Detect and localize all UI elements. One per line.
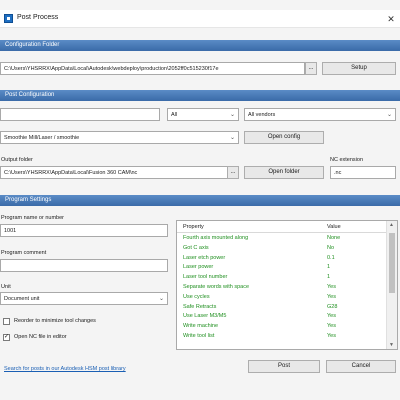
section-title: Configuration Folder xyxy=(5,42,60,48)
property-row[interactable]: Write machine Yes xyxy=(177,322,387,332)
property-value[interactable]: None xyxy=(327,235,340,241)
property-value[interactable]: 0.1 xyxy=(327,255,335,261)
property-row[interactable]: Fourth axis mounted along None xyxy=(177,234,387,244)
properties-table: Property Value Fourth axis mounted along… xyxy=(176,220,398,350)
scrollbar-thumb[interactable] xyxy=(389,233,395,293)
program-comment-input[interactable] xyxy=(0,259,168,272)
section-title: Program Settings xyxy=(5,197,52,203)
checkmark-icon: ✓ xyxy=(4,334,10,340)
properties-header: Property Value xyxy=(177,221,387,233)
output-folder-browse-button[interactable]: ... xyxy=(227,166,239,179)
chevron-down-icon: ⌄ xyxy=(229,135,235,141)
property-row[interactable]: Laser power 1 xyxy=(177,263,387,273)
unit-label: Unit xyxy=(1,284,11,290)
properties-scrollbar[interactable]: ▲ ▼ xyxy=(386,221,397,349)
post-processor-select[interactable]: Smoothie Mill/Laser / smoothie ⌄ xyxy=(0,131,239,144)
post-filter-value: All xyxy=(171,112,178,118)
properties-rows: Fourth axis mounted along None Got C axis N… xyxy=(177,234,387,342)
property-name: Laser etch power xyxy=(183,254,226,261)
vendor-value: All vendors xyxy=(248,112,276,118)
open-nc-checkbox[interactable]: ✓ xyxy=(3,334,10,341)
scroll-down-icon[interactable]: ▼ xyxy=(389,342,394,348)
post-process-dialog: Post Process ✕ Configuration Folder C:\U… xyxy=(0,0,400,400)
output-folder-label: Output folder xyxy=(1,157,33,163)
section-program-settings: Program Settings xyxy=(0,195,400,206)
post-button[interactable]: Post xyxy=(248,360,320,373)
post-library-link[interactable]: Search for posts in our Autodesk HSM pos… xyxy=(4,366,126,372)
property-name: Fourth axis mounted along xyxy=(183,235,249,241)
property-name: Separate words with space xyxy=(183,283,250,290)
reorder-label: Reorder to minimize tool changes xyxy=(14,318,96,324)
property-row[interactable]: Use Laser M3/M5 Yes xyxy=(177,312,387,322)
chevron-down-icon: ⌄ xyxy=(158,296,164,302)
property-name: Use cycles xyxy=(183,293,210,300)
property-value[interactable]: Yes xyxy=(327,284,336,290)
nc-extension-field[interactable]: .nc xyxy=(330,166,396,179)
open-folder-button[interactable]: Open folder xyxy=(244,166,324,179)
property-value[interactable]: 1 xyxy=(327,274,330,280)
property-row[interactable]: Got C axis No xyxy=(177,244,387,254)
close-button[interactable]: ✕ xyxy=(384,12,398,26)
property-name: Write machine xyxy=(183,323,219,330)
property-name: Laser tool number xyxy=(183,274,228,281)
post-search-input[interactable] xyxy=(0,108,160,121)
chevron-down-icon: ⌄ xyxy=(386,112,392,118)
property-value[interactable]: Yes xyxy=(327,313,336,319)
property-value[interactable]: 1 xyxy=(327,264,330,270)
property-value[interactable]: Yes xyxy=(327,323,336,329)
property-row[interactable]: Laser etch power 0.1 xyxy=(177,254,387,264)
title-bar: Post Process ✕ xyxy=(0,10,400,28)
config-folder-browse-button[interactable]: ... xyxy=(305,62,317,75)
open-nc-label: Open NC file in editor xyxy=(14,334,67,340)
program-name-label: Program name or number xyxy=(1,215,64,221)
scroll-up-icon[interactable]: ▲ xyxy=(389,222,394,228)
vendor-select[interactable]: All vendors ⌄ xyxy=(244,108,396,121)
property-value[interactable]: No xyxy=(327,245,334,251)
nc-extension-label: NC extension xyxy=(330,157,364,163)
property-row[interactable]: Write tool list Yes xyxy=(177,332,387,342)
app-icon xyxy=(4,14,13,23)
property-name: Got C axis xyxy=(183,244,209,251)
open-config-button[interactable]: Open config xyxy=(244,131,324,144)
section-post-config: Post Configuration xyxy=(0,90,400,101)
post-filter-select[interactable]: All ⌄ xyxy=(167,108,239,121)
property-column-header: Property xyxy=(183,224,204,230)
section-config-folder: Configuration Folder xyxy=(0,40,400,51)
property-row[interactable]: Separate words with space Yes xyxy=(177,283,387,293)
property-name: Safe Retracts xyxy=(183,303,217,310)
property-row[interactable]: Safe Retracts G28 xyxy=(177,303,387,313)
unit-value: Document unit xyxy=(4,296,40,302)
program-comment-label: Program comment xyxy=(1,250,47,256)
cancel-button[interactable]: Cancel xyxy=(326,360,396,373)
property-name: Laser power xyxy=(183,264,214,271)
property-value[interactable]: Yes xyxy=(327,333,336,339)
output-folder-path-field[interactable]: C:\Users\YHSRRX\AppData\Local\Fusion 360… xyxy=(0,166,228,179)
property-row[interactable]: Laser tool number 1 xyxy=(177,273,387,283)
property-name: Use Laser M3/M5 xyxy=(183,313,227,320)
property-value[interactable]: Yes xyxy=(327,294,336,300)
setup-button[interactable]: Setup xyxy=(322,62,396,75)
reorder-checkbox[interactable] xyxy=(3,318,10,325)
program-name-input[interactable]: 1001 xyxy=(0,224,168,237)
property-name: Write tool list xyxy=(183,332,215,339)
config-folder-path-field[interactable]: C:\Users\YHSRRX\AppData\Local\Autodesk\w… xyxy=(0,62,305,75)
section-title: Post Configuration xyxy=(5,92,55,98)
post-processor-value: Smoothie Mill/Laser / smoothie xyxy=(4,135,80,141)
chevron-down-icon: ⌄ xyxy=(229,112,235,118)
property-row[interactable]: Use cycles Yes xyxy=(177,293,387,303)
unit-select[interactable]: Document unit ⌄ xyxy=(0,292,168,305)
property-value[interactable]: G28 xyxy=(327,304,337,310)
window-title: Post Process xyxy=(17,14,59,21)
value-column-header: Value xyxy=(327,224,341,230)
